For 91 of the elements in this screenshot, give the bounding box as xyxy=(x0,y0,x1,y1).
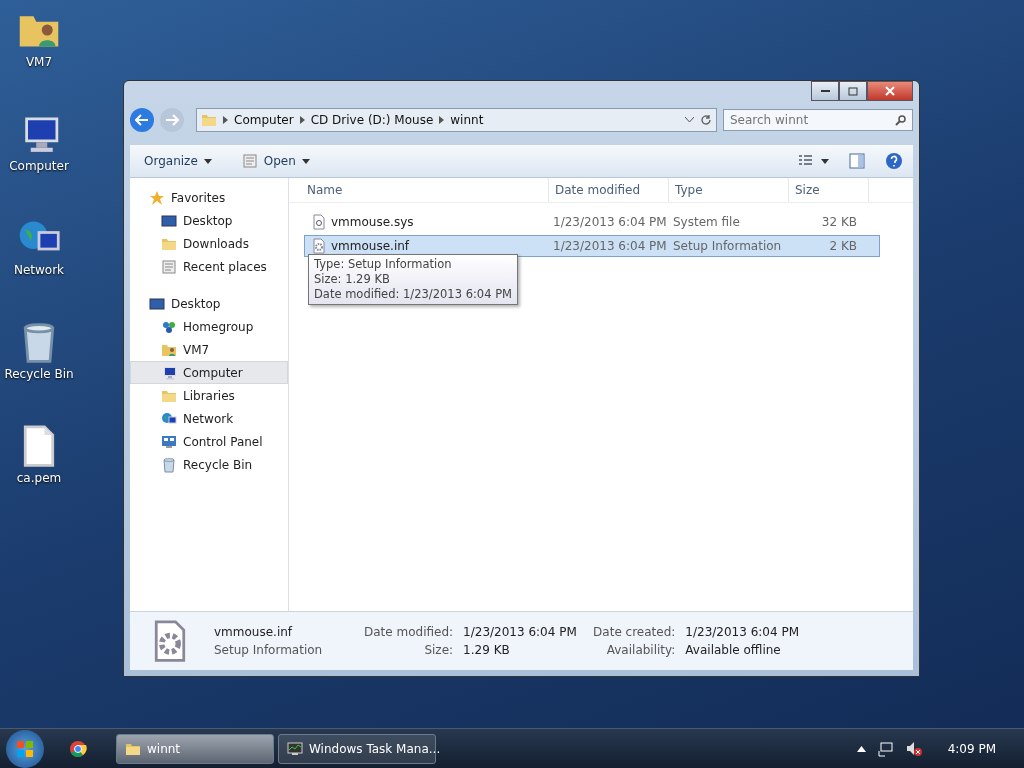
toolbar-button[interactable]: Organize xyxy=(140,152,216,170)
caret-icon xyxy=(203,158,212,164)
nav-item[interactable]: Favorites xyxy=(130,186,288,209)
breadcrumb[interactable]: winnt xyxy=(450,113,484,127)
toolbar-button[interactable]: Open xyxy=(237,151,314,171)
taskbar-button[interactable]: winnt xyxy=(116,733,274,764)
details-file-type: Setup Information xyxy=(214,643,324,657)
nav-item[interactable]: Libraries xyxy=(130,384,288,407)
nav-item[interactable]: Computer xyxy=(130,361,288,384)
nav-item[interactable]: Recent places xyxy=(130,255,288,278)
monitor-icon xyxy=(149,295,165,312)
globe-monitor-icon xyxy=(161,410,177,427)
nav-item[interactable]: Recycle Bin xyxy=(130,453,288,476)
chevron-down-icon[interactable] xyxy=(685,117,694,123)
monitor-icon xyxy=(161,212,177,229)
nav-item[interactable]: Network xyxy=(130,407,288,430)
detail-label: Date modified: xyxy=(364,625,454,639)
restore-icon xyxy=(848,86,858,96)
right-arrow-icon xyxy=(165,114,179,126)
column-header[interactable]: Date modified xyxy=(549,178,669,202)
detail-value: 1/23/2013 6:04 PM xyxy=(463,625,578,639)
file-row[interactable]: vmmouse.sys 1/23/2013 6:04 PM System file 32 KB xyxy=(304,211,880,233)
windows-logo-icon xyxy=(16,739,34,758)
system-file-icon xyxy=(311,214,327,230)
settings-file-icon xyxy=(311,238,327,254)
date-cell-text: 1/23/2013 6:04 PM xyxy=(552,239,667,253)
type-cell-text: Setup Information xyxy=(672,239,783,253)
breadcrumb[interactable]: Computer xyxy=(234,113,294,127)
desktop-icon-label[interactable]: Recycle Bin xyxy=(4,367,74,381)
column-header[interactable]: Size xyxy=(789,178,869,202)
tooltip-line: Size: 1.29 KB xyxy=(314,272,391,287)
minimize-button[interactable] xyxy=(811,81,839,101)
recent-places-icon xyxy=(241,153,258,169)
detail-value: Available offline xyxy=(685,643,782,657)
desktop-icon-label[interactable]: VM7 xyxy=(25,55,53,69)
folder-icon xyxy=(201,112,217,128)
back-button[interactable] xyxy=(130,108,154,132)
star-icon xyxy=(149,189,165,206)
detail-label: Date created: xyxy=(593,625,676,639)
clock[interactable]: 4:09 PM xyxy=(947,741,996,756)
file-row[interactable]: vmmouse.inf 1/23/2013 6:04 PM Setup Information 2 KB xyxy=(304,235,880,257)
nav-item[interactable]: VM7 xyxy=(130,338,288,361)
date-cell-text: 1/23/2013 6:04 PM xyxy=(552,215,667,229)
start-button[interactable] xyxy=(6,729,44,768)
address-bar[interactable]: Computer CD Drive (D:) Mouse winnt xyxy=(196,108,717,132)
nav-item[interactable]: Homegroup xyxy=(130,315,288,338)
breadcrumb[interactable]: CD Drive (D:) Mouse xyxy=(310,113,434,127)
minimize-icon xyxy=(820,89,830,93)
nav-item[interactable]: Downloads xyxy=(130,232,288,255)
desktop-icon-label[interactable]: Computer xyxy=(9,159,69,173)
column-header[interactable]: Name xyxy=(289,178,549,202)
network-icon[interactable] xyxy=(877,740,894,757)
left-arrow-icon xyxy=(135,114,149,126)
detail-value: 1.29 KB xyxy=(463,643,511,657)
computer-icon xyxy=(161,364,177,381)
tooltip-line: Type: Setup Information xyxy=(314,257,453,272)
close-button[interactable] xyxy=(867,81,913,101)
file-name: vmmouse.sys xyxy=(331,215,414,229)
help-icon[interactable] xyxy=(885,152,903,170)
detail-value: 1/23/2013 6:04 PM xyxy=(685,625,800,639)
task-manager-icon xyxy=(287,740,303,757)
search-field[interactable]: Search winnt xyxy=(723,109,913,131)
close-icon xyxy=(885,86,895,96)
nav-item[interactable]: Control Panel xyxy=(130,430,288,453)
nav-item[interactable]: Desktop xyxy=(130,209,288,232)
browser-icon xyxy=(69,739,87,758)
desktop-icon-label[interactable]: Network xyxy=(13,263,65,277)
tooltip-line: Date modified: 1/23/2013 6:04 PM xyxy=(314,287,512,302)
desktop-icon-label[interactable]: ca.pem xyxy=(16,471,62,485)
recent-places-icon xyxy=(161,258,177,275)
detail-label: Availability: xyxy=(605,643,676,657)
trash-bin-icon xyxy=(161,456,177,473)
maximize-button[interactable] xyxy=(839,81,867,101)
file-name: vmmouse.inf xyxy=(331,239,410,253)
chevron-right-icon xyxy=(223,116,228,124)
caret-icon xyxy=(301,158,310,164)
detail-label: Size: xyxy=(423,643,454,657)
muted-speaker-icon[interactable] xyxy=(905,740,922,757)
size-cell-text: 32 KB xyxy=(820,215,858,229)
control-panel-icon xyxy=(161,433,177,450)
size-cell-text: 2 KB xyxy=(828,239,858,253)
chevron-right-icon xyxy=(439,116,445,124)
type-cell-text: System file xyxy=(672,215,741,229)
chevron-right-icon xyxy=(299,116,305,124)
column-header[interactable]: Type xyxy=(669,178,789,202)
caret-up-icon[interactable] xyxy=(856,745,866,752)
refresh-icon[interactable] xyxy=(700,114,712,126)
nav-item[interactable]: Desktop xyxy=(130,292,288,315)
search-icon xyxy=(895,115,906,126)
view-options-icon[interactable] xyxy=(799,155,829,167)
details-file-name: vmmouse.inf xyxy=(214,625,294,639)
